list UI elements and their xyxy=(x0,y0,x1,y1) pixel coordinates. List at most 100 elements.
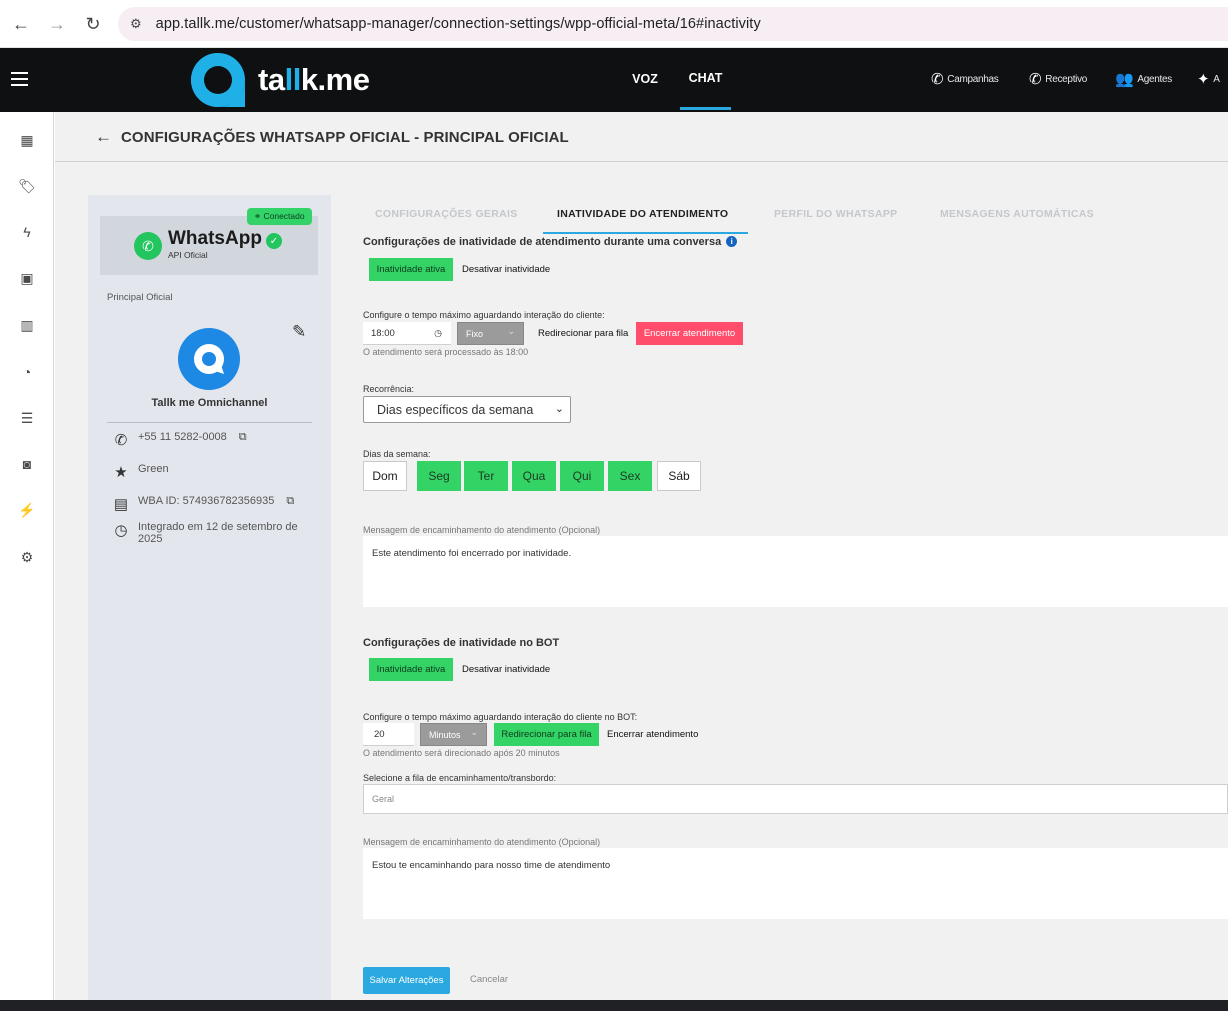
clock-icon: ◷ xyxy=(434,327,442,338)
brand-subtitle: API Oficial xyxy=(168,250,208,260)
back-arrow-icon[interactable]: ← xyxy=(95,127,112,147)
phone-history-icon[interactable]: ◔ xyxy=(18,363,36,381)
recurrence-label: Recorrência: xyxy=(363,384,415,394)
bolt-icon[interactable]: ϟ xyxy=(18,223,36,241)
conversation-message-label: Mensagem de encaminhamento do atendiment… xyxy=(363,525,601,535)
conversation-redirect-button[interactable]: Redirecionar para fila xyxy=(538,322,628,345)
sparkles-icon: ✦ xyxy=(1197,71,1210,88)
avatar xyxy=(178,328,240,390)
agents-icon: 👥 xyxy=(1115,71,1134,88)
logo-icon xyxy=(191,53,245,107)
conversation-inactivity-active-button[interactable]: Inatividade ativa xyxy=(369,258,453,281)
settings-icon[interactable]: ⚙ xyxy=(18,548,36,566)
conversation-close-button[interactable]: Encerrar atendimento xyxy=(636,322,743,345)
ai-link[interactable]: ✦ A xyxy=(1197,70,1220,88)
queue-select[interactable]: Geral xyxy=(363,784,1228,814)
campanhas-link[interactable]: ✆ Campanhas xyxy=(931,70,999,88)
site-settings-icon[interactable]: ⚙ xyxy=(130,16,142,32)
bot-section-title: Configurações de inatividade no BOT xyxy=(363,637,560,649)
cancel-button[interactable]: Cancelar xyxy=(470,974,508,985)
tab-mensagens-automaticas[interactable]: MENSAGENS AUTOMÁTICAS xyxy=(940,208,1094,220)
receptivo-link[interactable]: ✆ Receptivo xyxy=(1029,70,1087,88)
account-name: Tallk me Omnichannel xyxy=(151,397,268,409)
tab-inatividade[interactable]: INATIVIDADE DO ATENDIMENTO xyxy=(557,208,728,220)
copy-icon[interactable]: ⧉ xyxy=(239,431,247,444)
conversation-section-title: Configurações de inatividade de atendime… xyxy=(363,236,738,248)
bot-time-hint: O atendimento será direcionado após 20 m… xyxy=(363,748,560,758)
bot-inactivity-active-button[interactable]: Inatividade ativa xyxy=(369,658,453,681)
connection-card: ⚭ Conectado ✆ WhatsApp ✓ API Oficial Pri… xyxy=(88,195,331,1000)
agentes-link[interactable]: 👥 Agentes xyxy=(1115,70,1172,88)
tab-perfil-whatsapp[interactable]: PERFIL DO WHATSAPP xyxy=(774,208,897,220)
bot-message-label: Mensagem de encaminhamento do atendiment… xyxy=(363,837,601,847)
day-sab[interactable]: Sáb xyxy=(657,461,701,491)
integrated-row: ◷ Integrado em 12 de setembro de 2025 xyxy=(112,521,312,545)
recurrence-select[interactable]: Dias específicos da semana ⌄ xyxy=(363,396,571,423)
info-icon[interactable]: i xyxy=(726,236,738,247)
phone-campaign-icon: ✆ xyxy=(931,71,944,88)
active-tab-indicator xyxy=(543,232,748,234)
whatsapp-phone-icon: ✆ xyxy=(114,432,128,449)
address-bar[interactable]: ⚙ app.tallk.me/customer/whatsapp-manager… xyxy=(118,7,1228,41)
weekdays-label: Dias da semana: xyxy=(363,449,431,459)
logo-text: tallk.me xyxy=(258,62,370,97)
chevron-down-icon: ⌄ xyxy=(507,326,515,336)
conversation-inactivity-disable-button[interactable]: Desativar inatividade xyxy=(462,258,550,281)
verified-icon: ✓ xyxy=(266,233,282,249)
top-tab-chat[interactable]: CHAT xyxy=(680,48,731,110)
browser-toolbar: ← → ↻ ⚙ app.tallk.me/customer/whatsapp-m… xyxy=(0,0,1228,48)
quality-row: ★ Green xyxy=(112,463,168,481)
wba-row: ▤ WBA ID: 574936782356935 ⧉ xyxy=(113,495,295,513)
forward-icon[interactable]: → xyxy=(39,6,75,42)
conversation-time-label: Configure o tempo máximo aguardando inte… xyxy=(363,310,605,320)
top-tab-voz[interactable]: VOZ xyxy=(620,48,670,110)
tag-icon[interactable]: 🏷 xyxy=(18,177,36,195)
connection-label: Principal Oficial xyxy=(107,292,173,303)
chevron-down-icon: ⌄ xyxy=(554,403,564,415)
integration-icon[interactable]: ⚡ xyxy=(18,501,36,519)
bot-unit-select[interactable]: Minutos ⌄ xyxy=(420,723,487,746)
kanban-icon[interactable]: ▥ xyxy=(18,316,36,334)
main-content: ← CONFIGURAÇÕES WHATSAPP OFICIAL - PRINC… xyxy=(55,112,1228,1000)
chevron-down-icon: ⌄ xyxy=(470,727,478,737)
clock-icon: ◷ xyxy=(114,522,128,539)
conversation-time-input[interactable]: 18:00 ◷ xyxy=(363,322,451,345)
back-icon[interactable]: ← xyxy=(3,6,39,42)
conversation-mode-select[interactable]: Fixo ⌄ xyxy=(457,322,524,345)
day-ter[interactable]: Ter xyxy=(464,461,508,491)
bot-time-label: Configure o tempo máximo aguardando inte… xyxy=(363,712,638,722)
bot-inactivity-disable-button[interactable]: Desativar inatividade xyxy=(462,658,550,681)
tab-configuracoes-gerais[interactable]: CONFIGURAÇÕES GERAIS xyxy=(375,208,518,220)
phone-inbound-icon: ✆ xyxy=(1029,71,1042,88)
tallk-avatar-icon xyxy=(194,344,224,374)
app-header: tallk.me VOZ CHAT ✆ Campanhas ✆ Receptivo … xyxy=(0,48,1228,112)
reload-icon[interactable]: ↻ xyxy=(75,6,111,42)
brand-title: WhatsApp xyxy=(168,228,262,249)
url-text: app.tallk.me/customer/whatsapp-manager/c… xyxy=(155,16,761,32)
os-taskbar xyxy=(0,1000,1228,1011)
bot-redirect-button[interactable]: Redirecionar para fila xyxy=(494,723,599,746)
save-button[interactable]: Salvar Alterações xyxy=(363,967,450,994)
conversation-message-textarea[interactable]: Este atendimento foi encerrado por inati… xyxy=(363,536,1228,607)
day-seg[interactable]: Seg xyxy=(417,461,461,491)
day-sex[interactable]: Sex xyxy=(608,461,652,491)
dashboard-icon[interactable]: ▦ xyxy=(18,131,36,149)
day-dom[interactable]: Dom xyxy=(363,461,407,491)
day-qui[interactable]: Qui xyxy=(560,461,604,491)
id-card-icon: ▤ xyxy=(113,496,129,513)
bot-time-input[interactable]: 20 xyxy=(363,723,414,746)
page-header: ← CONFIGURAÇÕES WHATSAPP OFICIAL - PRINC… xyxy=(55,112,1228,162)
list-icon[interactable]: ☰ xyxy=(18,409,36,427)
edit-icon[interactable]: ✎ xyxy=(292,322,306,342)
bot-message-textarea[interactable]: Estou te encaminhando para nosso time de… xyxy=(363,848,1228,919)
card-divider xyxy=(107,422,312,423)
phone-row: ✆ +55 11 5282-0008 ⧉ xyxy=(112,431,247,449)
bot-close-button[interactable]: Encerrar atendimento xyxy=(607,723,698,746)
status-badge: ⚭ Conectado xyxy=(247,208,312,225)
bot-icon[interactable]: ◙ xyxy=(18,455,36,473)
day-qua[interactable]: Qua xyxy=(512,461,556,491)
copy-icon[interactable]: ⧉ xyxy=(286,495,294,508)
whatsapp-icon: ✆ xyxy=(134,232,162,260)
contact-card-icon[interactable]: ▣ xyxy=(18,269,36,287)
menu-icon[interactable] xyxy=(11,72,28,86)
